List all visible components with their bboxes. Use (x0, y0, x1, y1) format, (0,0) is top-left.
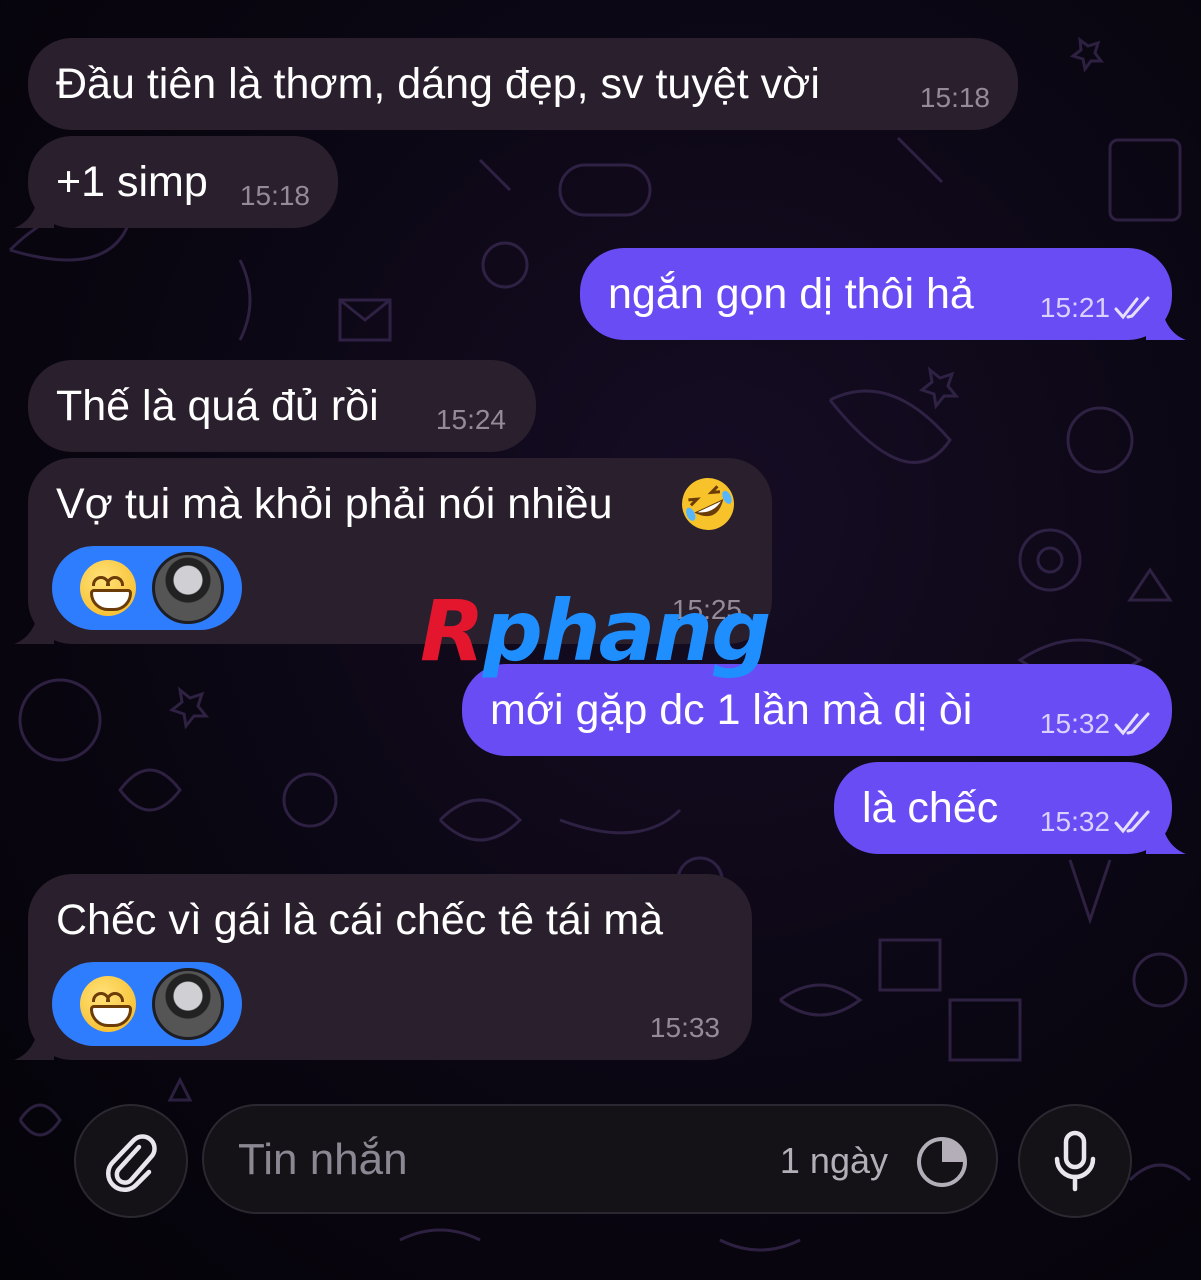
message-text: Thế là quá đủ rồi (56, 382, 379, 430)
message-bubble[interactable]: ngắn gọn dị thôi hả 15:21 (580, 248, 1186, 340)
voice-record-button[interactable] (1018, 1104, 1132, 1218)
message-bubble[interactable]: Chếc vì gái là cái chếc tê tái mà 15:33 (14, 874, 752, 1060)
reaction-pill[interactable] (52, 546, 242, 630)
message-text: ngắn gọn dị thôi hả (608, 270, 974, 318)
message-bubble[interactable]: Thế là quá đủ rồi 15:24 (28, 360, 536, 452)
message-text: mới gặp dc 1 lần mà dị òi (490, 686, 973, 734)
self-destruct-timer-label[interactable]: 1 ngày (780, 1140, 888, 1182)
input-placeholder: Tin nhắn (238, 1135, 408, 1184)
grinning-face-emoji-icon (80, 976, 136, 1032)
message-bubble[interactable]: Đầu tiên là thơm, dáng đẹp, sv tuyệt vời… (28, 38, 1018, 130)
grinning-face-emoji-icon (80, 560, 136, 616)
timer-icon[interactable] (914, 1134, 970, 1190)
message-bubble[interactable]: là chếc 15:32 (834, 762, 1186, 854)
bubble-tail (1146, 300, 1186, 340)
message-time: 15:33 (649, 1012, 720, 1043)
message-time: 15:18 (239, 180, 310, 211)
watermark-logo: Rphang (420, 582, 771, 680)
avatar (152, 552, 224, 624)
chat-screen: Đầu tiên là thơm, dáng đẹp, sv tuyệt vời… (0, 0, 1201, 1280)
rolling-laughing-emoji-icon (682, 478, 734, 530)
message-text: Chếc vì gái là cái chếc tê tái mà (56, 896, 664, 944)
attach-button[interactable] (74, 1104, 188, 1218)
avatar (152, 968, 224, 1040)
message-time: 15:24 (435, 404, 506, 435)
message-time: 15:32 (1040, 806, 1152, 838)
message-time: 15:32 (1040, 708, 1152, 740)
double-check-icon (1114, 296, 1150, 320)
message-bubble[interactable]: +1 simp 15:18 (14, 136, 338, 228)
bubble-tail (14, 188, 54, 228)
message-input[interactable]: Tin nhắn 1 ngày (202, 1104, 998, 1214)
reaction-pill[interactable] (52, 962, 242, 1046)
double-check-icon (1114, 810, 1150, 834)
bubble-tail (14, 1020, 54, 1060)
message-time: 15:21 (1040, 292, 1152, 324)
paperclip-icon (105, 1134, 157, 1193)
message-text: +1 simp (56, 158, 208, 206)
message-time: 15:18 (919, 82, 990, 113)
double-check-icon (1114, 712, 1150, 736)
bubble-tail (1146, 814, 1186, 854)
bubble-tail (14, 604, 54, 644)
message-text: Vợ tui mà khỏi phải nói nhiều (56, 480, 613, 528)
message-text: là chếc (862, 784, 999, 832)
message-text: Đầu tiên là thơm, dáng đẹp, sv tuyệt vời (56, 60, 820, 108)
microphone-icon (1054, 1130, 1096, 1192)
